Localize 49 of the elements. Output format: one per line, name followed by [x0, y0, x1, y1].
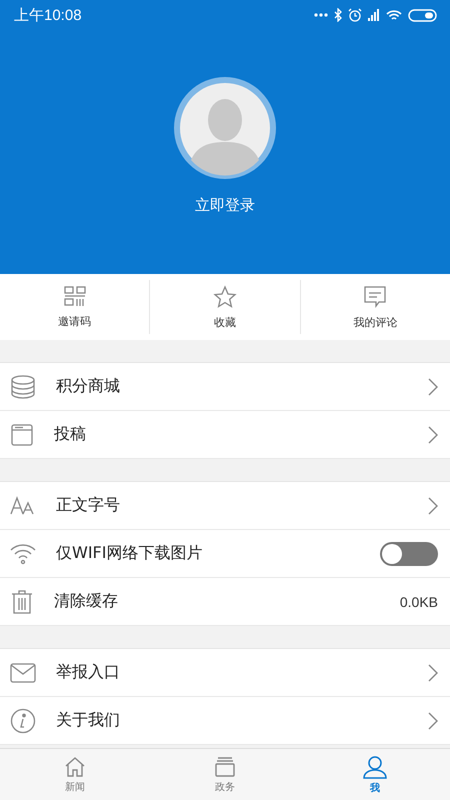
window-icon: [10, 422, 34, 446]
mail-icon: [10, 662, 36, 682]
settings-row[interactable]: 仅WIFI网络下载图片: [0, 530, 450, 578]
comment-icon: [363, 284, 388, 308]
row-label: 正文字号: [56, 495, 121, 516]
avatar-icon[interactable]: [173, 76, 277, 180]
chevron-right-icon: [428, 496, 438, 514]
wifi-icon: [10, 542, 36, 564]
settings-row[interactable]: 正文字号: [0, 482, 450, 530]
quick-action-label[interactable]: 邀请码: [58, 314, 92, 328]
qr-code-icon: [64, 286, 86, 308]
person-icon: [363, 754, 387, 778]
quick-action-label[interactable]: 我的评论: [353, 314, 398, 330]
settings-row[interactable]: 举报入口: [0, 649, 450, 697]
toggle-switch[interactable]: [380, 542, 438, 566]
chevron-right-icon: [428, 664, 438, 682]
tab[interactable]: 政务: [150, 749, 300, 800]
status-time: 上午10:08: [14, 6, 82, 24]
row-label: 关于我们: [56, 710, 121, 731]
quick-action-label[interactable]: 收藏: [214, 314, 236, 330]
more-dots-icon: [314, 13, 328, 17]
battery-icon: [408, 8, 438, 22]
signal-icon: [368, 9, 380, 21]
tab[interactable]: 我: [300, 749, 450, 800]
tab[interactable]: 新闻: [0, 749, 150, 800]
login-link[interactable]: 立即登录: [195, 196, 255, 215]
database-icon: [10, 374, 36, 400]
settings-row[interactable]: 投稿: [0, 411, 450, 459]
star-icon: [212, 284, 237, 308]
row-label: 投稿: [54, 424, 87, 445]
font-size-icon: [10, 496, 36, 516]
wifi-icon: [386, 8, 402, 22]
settings-row[interactable]: 关于我们: [0, 697, 450, 745]
settings-row[interactable]: 清除缓存 0.0KB: [0, 578, 450, 626]
stack-icon: [214, 756, 236, 778]
row-label: 清除缓存: [54, 591, 119, 612]
settings-row[interactable]: 积分商城: [0, 363, 450, 411]
chevron-right-icon: [428, 426, 438, 444]
row-label: 仅WIFI网络下载图片: [56, 543, 204, 564]
info-icon: [10, 708, 36, 734]
row-label: 积分商城: [56, 376, 121, 397]
home-icon: [64, 756, 86, 778]
chevron-right-icon: [428, 712, 438, 730]
bluetooth-icon: [334, 8, 342, 22]
trash-icon: [10, 588, 34, 614]
alarm-icon: [348, 8, 362, 22]
row-label: 举报入口: [56, 662, 121, 683]
cache-size: 0.0KB: [400, 594, 438, 610]
chevron-right-icon: [428, 378, 438, 396]
